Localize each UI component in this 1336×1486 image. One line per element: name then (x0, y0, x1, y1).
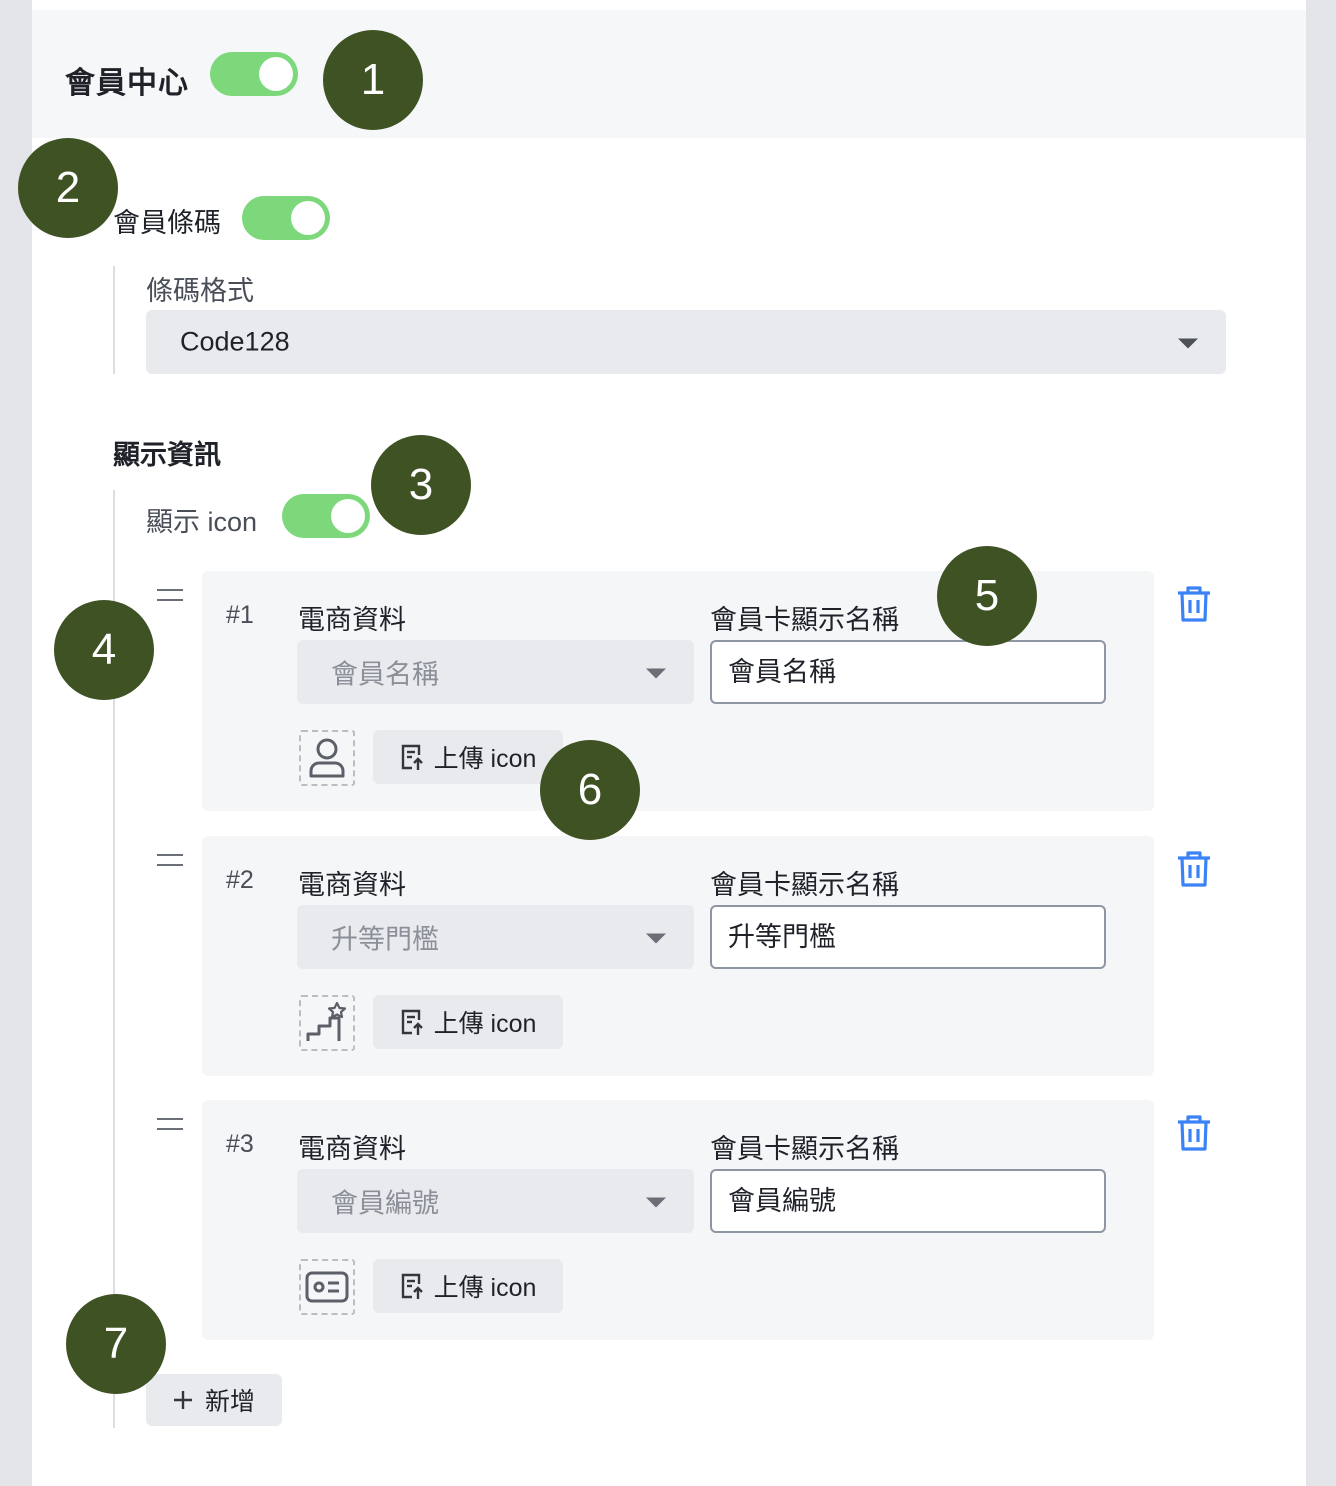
source-label: 電商資料 (298, 870, 406, 900)
user-icon (299, 730, 355, 786)
display-name-input[interactable]: 升等門檻 (710, 905, 1106, 969)
upload-file-icon (401, 744, 423, 770)
barcode-format-label: 條碼格式 (146, 276, 254, 306)
annotation-marker-6: 6 (540, 740, 640, 840)
drag-handle-icon[interactable] (157, 854, 183, 866)
annotation-marker-7: 7 (66, 1294, 166, 1394)
display-item-card: #2 電商資料 會員卡顯示名稱 升等門檻 升等門檻 上傳 icon (202, 836, 1154, 1076)
upload-icon-label: 上傳 icon (433, 1274, 537, 1302)
upload-icon-button[interactable]: 上傳 icon (373, 730, 563, 784)
drag-handle-icon[interactable] (157, 589, 183, 601)
upload-icon-button[interactable]: 上傳 icon (373, 1259, 563, 1313)
stairs-star-icon (299, 995, 355, 1051)
show-icon-toggle[interactable] (282, 494, 370, 538)
source-label: 電商資料 (298, 605, 406, 635)
annotation-marker-5: 5 (937, 546, 1037, 646)
barcode-format-value: Code128 (180, 326, 290, 357)
id-card-icon (299, 1259, 355, 1315)
show-icon-label: 顯示 icon (146, 507, 258, 537)
display-name-label: 會員卡顯示名稱 (710, 605, 899, 635)
item-index: #1 (226, 601, 254, 629)
display-name-input[interactable]: 會員名稱 (710, 640, 1106, 704)
add-item-button[interactable]: 新增 (146, 1374, 282, 1426)
barcode-indent-line (113, 266, 115, 374)
annotation-marker-2: 2 (18, 138, 118, 238)
trash-icon[interactable] (1176, 1114, 1212, 1152)
display-name-label: 會員卡顯示名稱 (710, 1134, 899, 1164)
trash-icon[interactable] (1176, 850, 1212, 888)
plus-icon (173, 1391, 192, 1409)
toggle-knob (291, 201, 325, 235)
toggle-knob (331, 499, 365, 533)
source-select-value: 會員編號 (331, 1188, 439, 1219)
display-item-card: #3 電商資料 會員卡顯示名稱 會員編號 會員編號 上傳 icon (202, 1100, 1154, 1340)
barcode-format-select[interactable]: Code128 (146, 310, 1226, 374)
toggle-knob (259, 57, 293, 91)
member-center-title: 會員中心 (65, 67, 189, 100)
source-select[interactable]: 會員名稱 (297, 640, 694, 704)
upload-file-icon (401, 1009, 423, 1035)
chevron-down-icon (646, 668, 666, 679)
barcode-toggle[interactable] (242, 196, 330, 240)
annotation-marker-1: 1 (323, 30, 423, 130)
annotation-marker-3: 3 (371, 435, 471, 535)
upload-icon-label: 上傳 icon (433, 1010, 537, 1038)
upload-icon-button[interactable]: 上傳 icon (373, 995, 563, 1049)
trash-icon[interactable] (1176, 585, 1212, 623)
display-info-title: 顯示資訊 (113, 440, 221, 470)
display-name-input[interactable]: 會員編號 (710, 1169, 1106, 1233)
source-select[interactable]: 升等門檻 (297, 905, 694, 969)
item-index: #3 (226, 1130, 254, 1158)
barcode-title: 會員條碼 (113, 208, 221, 238)
annotation-marker-4: 4 (54, 600, 154, 700)
chevron-down-icon (1178, 338, 1198, 349)
upload-icon-label: 上傳 icon (433, 745, 537, 773)
drag-handle-icon[interactable] (157, 1118, 183, 1130)
item-index: #2 (226, 866, 254, 894)
add-item-label: 新增 (204, 1388, 255, 1416)
upload-file-icon (401, 1273, 423, 1299)
display-name-label: 會員卡顯示名稱 (710, 870, 899, 900)
source-select-value: 會員名稱 (331, 659, 439, 690)
chevron-down-icon (646, 1197, 666, 1208)
source-label: 電商資料 (298, 1134, 406, 1164)
source-select[interactable]: 會員編號 (297, 1169, 694, 1233)
chevron-down-icon (646, 933, 666, 944)
member-center-toggle[interactable] (210, 52, 298, 96)
source-select-value: 升等門檻 (331, 924, 439, 955)
